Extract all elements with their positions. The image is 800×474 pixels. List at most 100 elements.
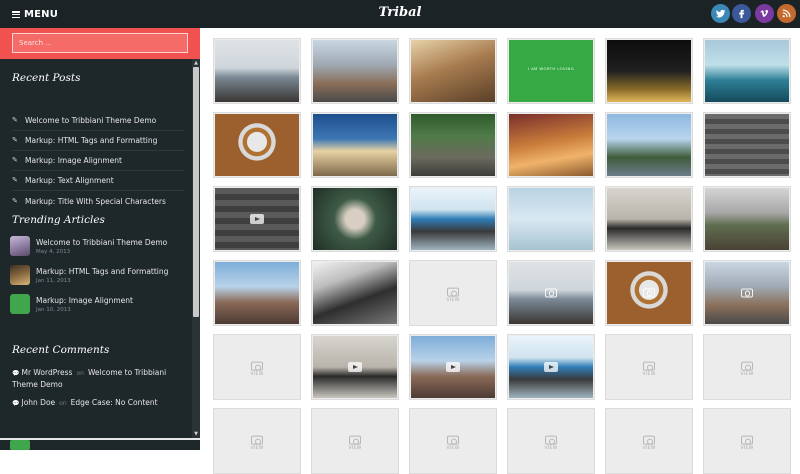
gallery-tile[interactable] xyxy=(507,186,595,252)
gallery-tile[interactable]: VIEW xyxy=(703,334,791,400)
trending-item[interactable]: Markup: HTML Tags and Formatting Jan 11, … xyxy=(10,265,185,287)
recent-post-label: Markup: Text Alignment xyxy=(25,176,114,185)
gallery-tile[interactable] xyxy=(703,260,791,326)
gallery-thumbnail: VIEW xyxy=(215,336,299,398)
gallery-thumbnail: VIEW xyxy=(607,410,691,472)
sidebar-scrollbar[interactable]: ▲ ▼ xyxy=(192,59,200,438)
facebook-button[interactable] xyxy=(732,4,751,23)
trending-item[interactable]: Markup: Image Alignment Jan 10, 2013 xyxy=(10,294,185,316)
recent-post-label: Markup: HTML Tags and Formatting xyxy=(25,136,158,145)
gallery-tile[interactable] xyxy=(507,260,595,326)
gallery-thumbnail xyxy=(411,188,495,250)
camera-icon xyxy=(447,435,459,445)
gallery-tile[interactable] xyxy=(213,260,301,326)
gallery-tile[interactable] xyxy=(409,112,497,178)
recent-post-item[interactable]: ✎ Markup: Image Alignment xyxy=(12,151,185,171)
scroll-thumb[interactable] xyxy=(193,67,199,317)
gallery-thumbnail xyxy=(411,114,495,176)
camera-icon xyxy=(643,361,655,371)
trending-title: Markup: Image Alignment xyxy=(36,296,133,305)
recent-post-item[interactable]: ✎ Markup: Title With Special Characters xyxy=(12,191,185,211)
vimeo-icon xyxy=(760,10,769,17)
view-label: VIEW xyxy=(348,445,362,451)
gallery-tile[interactable] xyxy=(507,334,595,400)
gallery-thumbnail: VIEW xyxy=(313,410,397,472)
trending-date: May 4, 2013 xyxy=(36,249,71,255)
gallery-tile[interactable] xyxy=(311,260,399,326)
vimeo-button[interactable] xyxy=(755,4,774,23)
recent-post-item[interactable]: ✎ Welcome to Tribbiani Theme Demo xyxy=(12,111,185,131)
play-icon xyxy=(348,362,362,372)
trending-item[interactable]: Welcome to Tribbiani Theme Demo May 4, 20… xyxy=(10,236,185,258)
gallery-tile[interactable]: VIEW xyxy=(213,334,301,400)
gallery-thumbnail xyxy=(705,114,789,176)
gallery-thumbnail: VIEW xyxy=(411,410,495,472)
gallery-tile[interactable] xyxy=(213,112,301,178)
gallery-tile[interactable] xyxy=(409,186,497,252)
gallery-thumbnail xyxy=(215,188,299,250)
menu-button[interactable]: MENU xyxy=(12,8,58,21)
gallery-tile[interactable] xyxy=(703,38,791,104)
camera-icon xyxy=(643,288,655,298)
view-label: VIEW xyxy=(250,445,264,451)
pencil-icon: ✎ xyxy=(12,196,18,205)
gallery-tile[interactable] xyxy=(311,334,399,400)
gallery-thumbnail: VIEW xyxy=(607,336,691,398)
trending-thumbnail xyxy=(10,294,30,314)
gallery-tile[interactable] xyxy=(409,334,497,400)
gallery-thumbnail xyxy=(313,188,397,250)
gallery-tile[interactable] xyxy=(213,186,301,252)
gallery-tile[interactable]: VIEW xyxy=(409,408,497,474)
gallery-tile[interactable]: I AM WORTH LOVING xyxy=(507,38,595,104)
gallery-tile[interactable] xyxy=(605,38,693,104)
comment-bubble-icon: 💬 xyxy=(12,400,20,407)
gallery-tile[interactable]: VIEW xyxy=(605,408,693,474)
gallery-tile[interactable]: VIEW xyxy=(213,408,301,474)
gallery-tile[interactable] xyxy=(703,112,791,178)
gallery-thumbnail xyxy=(313,262,397,324)
pencil-icon: ✎ xyxy=(12,136,18,144)
trending-title: Markup: HTML Tags and Formatting xyxy=(36,267,169,276)
camera-icon xyxy=(545,435,557,445)
view-label: VIEW xyxy=(544,445,558,451)
gallery-tile[interactable]: VIEW xyxy=(311,408,399,474)
search-input[interactable] xyxy=(12,33,188,53)
scroll-down-icon[interactable]: ▼ xyxy=(192,430,200,438)
gallery-tile[interactable] xyxy=(605,186,693,252)
gallery-tile[interactable]: VIEW xyxy=(703,408,791,474)
twitter-button[interactable] xyxy=(711,4,730,23)
camera-icon xyxy=(447,287,459,297)
gallery-thumbnail xyxy=(509,336,593,398)
gallery-thumbnail xyxy=(215,114,299,176)
recent-post-item[interactable]: ✎ Markup: HTML Tags and Formatting xyxy=(12,131,185,151)
search-bar xyxy=(0,28,200,59)
gallery-tile[interactable] xyxy=(311,186,399,252)
gallery-tile[interactable]: VIEW xyxy=(605,334,693,400)
play-icon xyxy=(446,362,460,372)
comment-item[interactable]: 💬 John Doe on Edge Case: No Content xyxy=(12,397,187,409)
gallery-tile[interactable] xyxy=(311,38,399,104)
scroll-up-icon[interactable]: ▲ xyxy=(192,59,200,67)
recent-post-item[interactable]: ✎ Markup: Text Alignment xyxy=(12,171,185,191)
gallery-tile[interactable] xyxy=(311,112,399,178)
gallery-tile[interactable]: VIEW xyxy=(409,260,497,326)
camera-icon xyxy=(643,435,655,445)
comment-author[interactable]: Mr WordPress xyxy=(21,368,72,377)
gallery-tile[interactable] xyxy=(605,260,693,326)
gallery-tile[interactable] xyxy=(703,186,791,252)
gallery-thumbnail xyxy=(313,114,397,176)
site-logo[interactable]: Tribal xyxy=(372,5,428,20)
rss-button[interactable] xyxy=(777,4,796,23)
comment-post[interactable]: Edge Case: No Content xyxy=(71,398,158,407)
sidebar-horizontal-scrollbar[interactable] xyxy=(0,438,200,450)
gallery-tile[interactable] xyxy=(605,112,693,178)
gallery-tile[interactable] xyxy=(409,38,497,104)
comment-item[interactable]: 💬 Mr WordPress on Welcome to Tribbiani Them… xyxy=(12,367,187,390)
gallery-tile[interactable]: VIEW xyxy=(507,408,595,474)
view-label: VIEW xyxy=(250,371,264,377)
gallery-thumbnail xyxy=(607,40,691,102)
gallery-tile[interactable] xyxy=(213,38,301,104)
comment-on: on xyxy=(59,400,67,407)
comment-author[interactable]: John Doe xyxy=(21,398,55,407)
gallery-tile[interactable] xyxy=(507,112,595,178)
